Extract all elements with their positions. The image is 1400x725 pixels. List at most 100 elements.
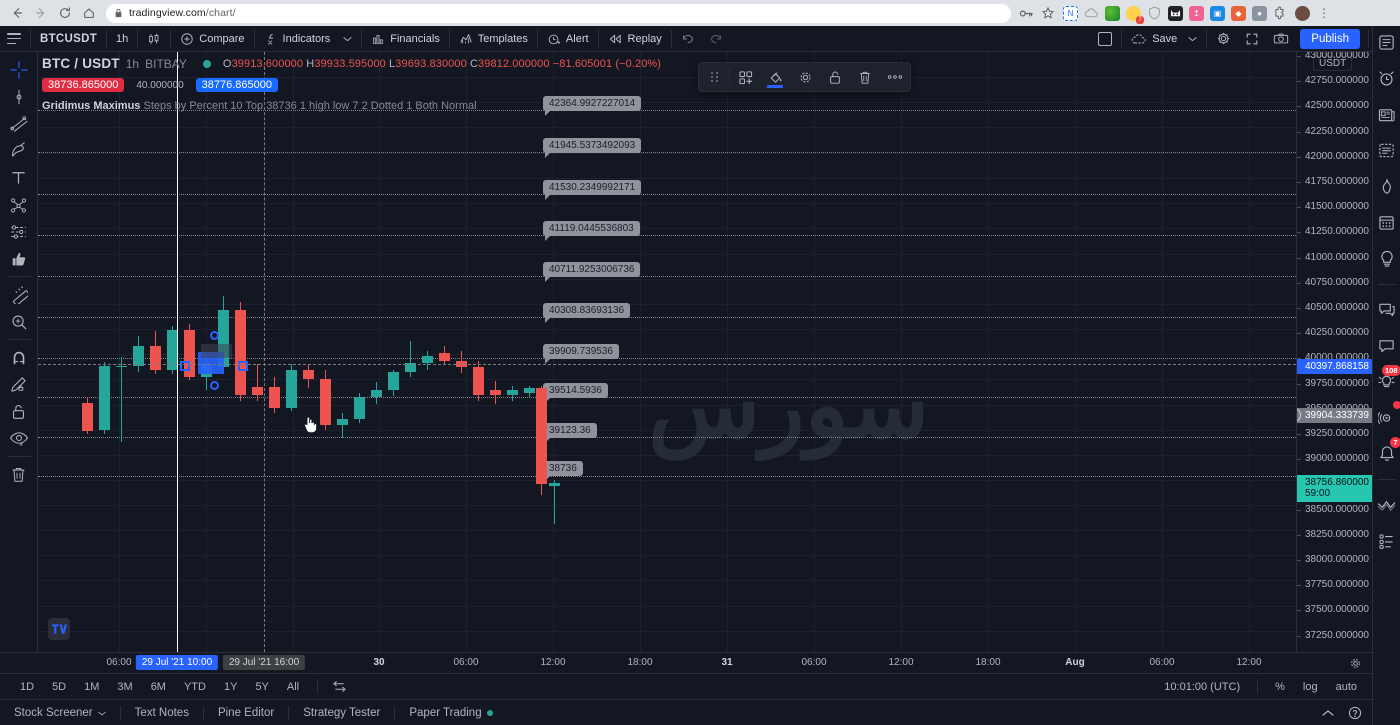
timeframe-button-1y[interactable]: 1Y — [216, 679, 245, 695]
trash-icon[interactable] — [850, 63, 880, 91]
chevron-down-icon[interactable] — [97, 711, 106, 716]
date-range-button[interactable] — [324, 678, 355, 695]
puzzle-extensions-icon[interactable] — [1273, 6, 1289, 20]
bottom-tab-pine-editor[interactable]: Pine Editor — [204, 701, 288, 725]
financials-button[interactable]: Financials — [364, 26, 447, 52]
timeframe-button-ytd[interactable]: YTD — [176, 679, 214, 695]
time-axis-tick-label[interactable]: 29 Jul '21 10:00 — [135, 655, 219, 670]
more-options-icon[interactable] — [880, 63, 910, 91]
timeframe-button-all[interactable]: All — [279, 679, 307, 695]
time-axis-settings-icon[interactable] — [1349, 657, 1362, 670]
chart-style-button[interactable] — [140, 26, 168, 52]
broadcast-icon[interactable] — [1374, 401, 1400, 430]
notion-extension-icon[interactable]: N — [1063, 5, 1078, 21]
watchlist-icon[interactable] — [1374, 30, 1400, 55]
drag-handle-icon[interactable] — [699, 63, 729, 91]
drawing-handle-top[interactable] — [210, 331, 219, 340]
bottom-tab-paper-trading[interactable]: Paper Trading — [395, 701, 506, 725]
percent-scale-button[interactable]: % — [1268, 679, 1292, 695]
timeframe-button-5y[interactable]: 5Y — [247, 679, 276, 695]
layout-select-button[interactable] — [1091, 26, 1119, 52]
trend-line-tool[interactable] — [2, 83, 36, 110]
colorpick-extension-icon[interactable]: 7 — [1126, 5, 1144, 24]
time-axis[interactable]: 06:00 29 Jul '21 10:00 29 Jul '21 16:00 30 0… — [0, 652, 1372, 674]
blue-extension-icon[interactable]: ▣ — [1210, 5, 1225, 21]
chevron-down-icon[interactable] — [343, 36, 352, 42]
chevron-down-icon[interactable] — [1188, 36, 1197, 42]
timeframe-button-6m[interactable]: 6M — [143, 679, 174, 695]
chart-symbol-title[interactable]: BTC / USDT — [42, 56, 120, 71]
profile-avatar[interactable] — [1295, 5, 1310, 21]
timeframe-button-1m[interactable]: 1M — [76, 679, 107, 695]
pitchfork-tool[interactable] — [2, 110, 36, 137]
ideas-bulb-icon[interactable] — [1374, 246, 1400, 271]
crosshair-tool[interactable] — [2, 56, 36, 83]
log-scale-button[interactable]: log — [1296, 679, 1325, 695]
chart-canvas[interactable]: سورس 42364.9927227014 41945.5373492093 4… — [38, 52, 1296, 652]
password-key-icon[interactable] — [1019, 7, 1035, 20]
redo-button[interactable] — [702, 26, 730, 52]
timeframe-button-5d[interactable]: 5D — [44, 679, 74, 695]
forecast-tool[interactable] — [2, 218, 36, 245]
publish-button[interactable]: Publish — [1300, 28, 1360, 49]
timeframe-button-1d[interactable]: 1D — [12, 679, 42, 695]
cat-extension-icon[interactable] — [1168, 5, 1183, 21]
drawing-handle-right[interactable] — [238, 361, 248, 371]
patterns-tool[interactable] — [2, 191, 36, 218]
interval-button[interactable]: 1h — [109, 26, 135, 52]
data-window-icon[interactable] — [1374, 138, 1400, 163]
browser-back-button[interactable] — [6, 2, 28, 24]
text-tool[interactable] — [2, 164, 36, 191]
hide-drawings-tool[interactable] — [2, 425, 36, 452]
paint-bucket-icon[interactable] — [760, 63, 790, 91]
gear-icon[interactable] — [790, 63, 820, 91]
shield-extension-icon[interactable] — [1147, 6, 1162, 21]
browser-forward-button[interactable] — [30, 2, 52, 24]
main-menu-button[interactable] — [0, 26, 28, 52]
gray-extension-icon[interactable]: ● — [1252, 5, 1267, 21]
brush-tool[interactable] — [2, 137, 36, 164]
bottom-tab-strategy-tester[interactable]: Strategy Tester — [289, 701, 394, 725]
snapshot-button[interactable] — [1266, 26, 1296, 52]
zoom-tool[interactable] — [2, 308, 36, 335]
clock-label[interactable]: 10:01:00 (UTC) — [1157, 679, 1247, 695]
lock-drawings-tool[interactable] — [2, 398, 36, 425]
pink-extension-icon[interactable]: ↥ — [1189, 5, 1204, 21]
tradingview-logo[interactable] — [48, 618, 70, 640]
drawing-handle-bottom[interactable] — [210, 381, 219, 390]
notifications-bell-icon[interactable]: 7 — [1374, 437, 1400, 466]
chart-settings-button[interactable] — [1209, 26, 1238, 52]
private-chat-icon[interactable] — [1374, 333, 1400, 358]
cloud-extension-icon[interactable] — [1084, 6, 1099, 21]
drawing-mode-tool[interactable] — [2, 371, 36, 398]
templates-button[interactable]: Templates — [452, 26, 535, 52]
browser-reload-button[interactable] — [54, 2, 76, 24]
alerts-clock-icon[interactable] — [1374, 66, 1400, 91]
remove-drawings-tool[interactable] — [2, 461, 36, 488]
ideas-stream-icon[interactable]: 108 — [1374, 365, 1400, 394]
bottom-tab-stock-screener[interactable]: Stock Screener — [0, 701, 120, 725]
calendar-icon[interactable] — [1374, 210, 1400, 235]
browser-home-button[interactable] — [78, 2, 100, 24]
object-tree-icon[interactable] — [1374, 528, 1400, 553]
symbol-search-button[interactable]: BTCUSDT — [33, 26, 104, 52]
time-axis-tick-label[interactable]: 29 Jul '21 16:00 — [222, 655, 306, 670]
chart-pattern-icon[interactable] — [1374, 492, 1400, 517]
replay-button[interactable]: Replay — [601, 26, 669, 52]
bookmark-star-icon[interactable] — [1041, 6, 1057, 20]
unlock-icon[interactable] — [820, 63, 850, 91]
browser-address-bar[interactable]: tradingview.com/chart/ — [106, 3, 1011, 23]
hotlist-flame-icon[interactable] — [1374, 174, 1400, 199]
help-circle-icon[interactable] — [1348, 706, 1362, 720]
bottom-tab-text-notes[interactable]: Text Notes — [121, 701, 203, 725]
measure-tool[interactable] — [2, 281, 36, 308]
globe-extension-icon[interactable] — [1105, 5, 1120, 21]
indicators-button[interactable]: Indicators — [257, 26, 360, 52]
public-chat-icon[interactable] — [1374, 297, 1400, 322]
add-template-icon[interactable] — [730, 63, 760, 91]
fox-extension-icon[interactable]: ◆ — [1231, 5, 1246, 21]
fullscreen-button[interactable] — [1238, 26, 1266, 52]
magnet-tool[interactable] — [2, 344, 36, 371]
timeframe-button-3m[interactable]: 3M — [109, 679, 140, 695]
alert-button[interactable]: Alert — [540, 26, 596, 52]
